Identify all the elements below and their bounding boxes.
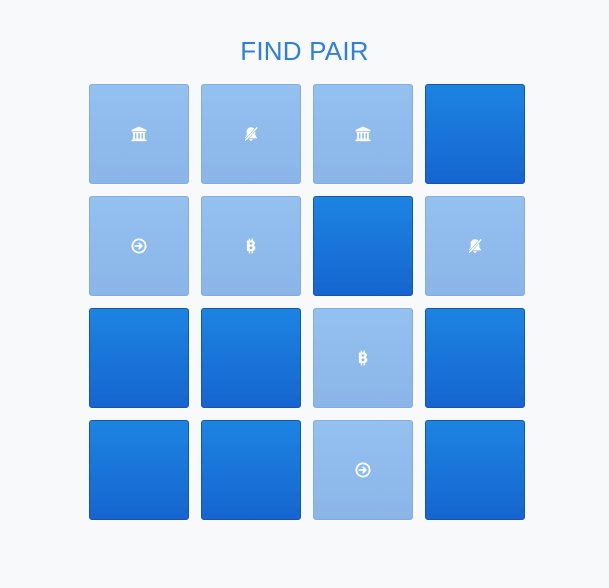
card-face-up[interactable]: B [201, 196, 301, 296]
card-face-up[interactable] [89, 84, 189, 184]
bitcoin-icon: B [354, 349, 372, 367]
card-grid: BB [89, 84, 525, 520]
card-face-up[interactable] [201, 84, 301, 184]
card-face-down[interactable] [89, 420, 189, 520]
arrow-circle-right-icon [354, 461, 372, 479]
card-face-down[interactable] [425, 420, 525, 520]
card-face-up[interactable] [313, 420, 413, 520]
card-face-up[interactable] [425, 196, 525, 296]
card-face-down[interactable] [313, 196, 413, 296]
card-face-down[interactable] [425, 308, 525, 408]
bank-icon [130, 125, 148, 143]
game-title: FIND PAIR [240, 36, 369, 66]
bell-slash-icon [466, 237, 484, 255]
svg-text:B: B [358, 351, 369, 367]
bank-icon [354, 125, 372, 143]
card-face-down[interactable] [201, 308, 301, 408]
svg-text:B: B [246, 239, 257, 255]
bitcoin-icon: B [242, 237, 260, 255]
card-face-down[interactable] [201, 420, 301, 520]
card-face-down[interactable] [89, 308, 189, 408]
card-face-up[interactable] [313, 84, 413, 184]
card-face-down[interactable] [425, 84, 525, 184]
card-face-up[interactable] [89, 196, 189, 296]
arrow-circle-right-icon [130, 237, 148, 255]
card-face-up[interactable]: B [313, 308, 413, 408]
bell-slash-icon [242, 125, 260, 143]
